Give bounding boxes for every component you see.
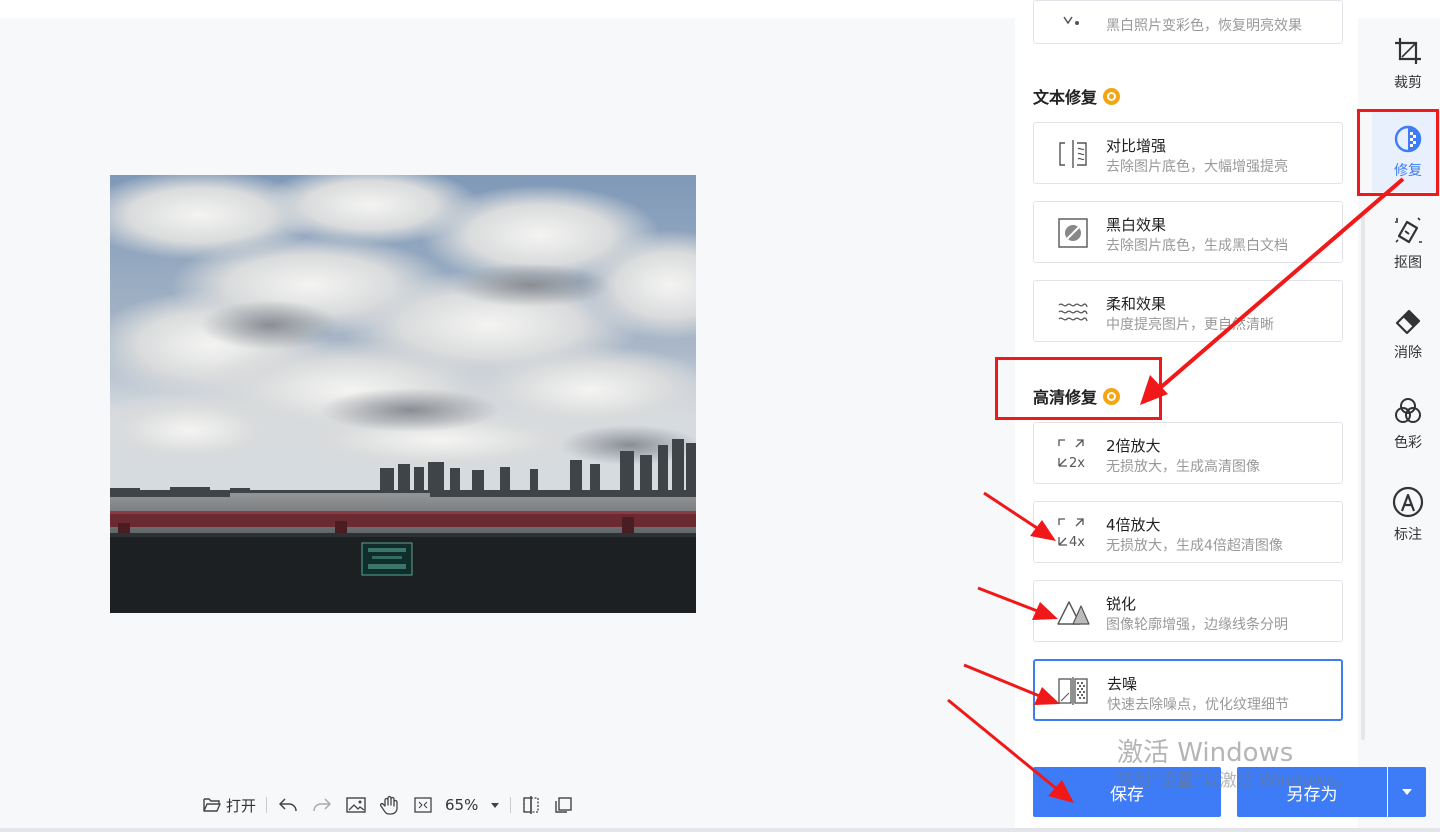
- vip-crown-icon: [1103, 87, 1121, 105]
- open-button[interactable]: 打开: [196, 792, 262, 818]
- open-label: 打开: [226, 796, 257, 815]
- save-options-dropdown[interactable]: [1388, 767, 1426, 817]
- activation-watermark-hint: 转到“设置”以激活 Windows。: [1117, 771, 1352, 791]
- card-desc: 无损放大，生成4倍超清图像: [1106, 538, 1283, 554]
- card-desc: 去除图片底色，大幅增强提亮: [1106, 159, 1288, 175]
- partial-card-desc: 黑白照片变彩色，恢复明亮效果: [1106, 18, 1302, 34]
- partial-card-colorize[interactable]: 黑白照片变彩色，恢复明亮效果: [1033, 0, 1343, 44]
- highlight-box-repair: [1357, 109, 1439, 196]
- card-contrast-enhance[interactable]: 对比增强 去除图片底色，大幅增强提亮: [1033, 122, 1343, 184]
- zoom-dropdown[interactable]: [484, 792, 506, 818]
- card-denoise[interactable]: 去噪 快速去除噪点，优化纹理细节: [1033, 659, 1343, 721]
- section-text-repair: 文本修复: [1033, 84, 1121, 108]
- rail-label: 色彩: [1394, 435, 1422, 451]
- black-white-icon: [1058, 218, 1088, 248]
- rail-item-annotate[interactable]: 标注: [1372, 486, 1440, 566]
- contrast-enhance-icon: [1059, 140, 1087, 168]
- zoom-value[interactable]: 65%: [439, 792, 484, 818]
- card-upscale-2x[interactable]: 2x 2倍放大 无损放大，生成高清图像: [1033, 422, 1343, 484]
- compare-button[interactable]: [515, 792, 547, 818]
- card-desc: 中度提亮图片，更自然清晰: [1106, 317, 1274, 333]
- card-soft-effect[interactable]: 柔和效果 中度提亮图片，更自然清晰: [1033, 280, 1343, 342]
- compare-icon: [523, 796, 540, 814]
- rail-item-eraser[interactable]: 消除: [1372, 306, 1440, 386]
- rail-label: 消除: [1394, 345, 1422, 361]
- card-title: 锐化: [1106, 595, 1137, 613]
- rail-label: 抠图: [1394, 255, 1422, 271]
- fit-screen-icon: [414, 797, 432, 813]
- toolbar-divider: [510, 797, 512, 813]
- card-title: 黑白效果: [1106, 216, 1167, 234]
- sharpen-icon: [1057, 601, 1090, 625]
- denoise-icon: [1058, 677, 1088, 705]
- rail-item-cutout[interactable]: 抠图: [1372, 216, 1440, 296]
- card-title: 对比增强: [1106, 137, 1167, 155]
- undo-icon: [279, 798, 297, 812]
- card-desc: 去除图片底色，生成黑白文档: [1106, 238, 1288, 254]
- redo-button[interactable]: [305, 792, 339, 818]
- annotate-icon: [1392, 486, 1424, 518]
- card-upscale-4x[interactable]: 4x 4倍放大 无损放大，生成4倍超清图像: [1033, 501, 1343, 563]
- toolbar-divider: [266, 797, 268, 813]
- pan-button[interactable]: [373, 792, 407, 818]
- card-title: 柔和效果: [1106, 295, 1167, 313]
- card-desc: 无损放大，生成高清图像: [1106, 459, 1260, 475]
- highlight-box-hd-repair: [995, 357, 1162, 420]
- panel-scrollbar[interactable]: [1361, 212, 1365, 740]
- upscale-badge: 4x: [1069, 535, 1085, 550]
- bottom-border: [0, 828, 1440, 832]
- image-button[interactable]: [339, 792, 373, 818]
- hand-icon: [379, 795, 398, 815]
- upscale-2x-icon: 2x: [1058, 439, 1085, 471]
- card-title: 去噪: [1107, 675, 1138, 693]
- rail-item-crop[interactable]: 裁剪: [1372, 36, 1440, 116]
- card-black-white[interactable]: 黑白效果 去除图片底色，生成黑白文档: [1033, 201, 1343, 263]
- upscale-badge: 2x: [1069, 456, 1085, 471]
- card-sharpen[interactable]: 锐化 图像轮廓增强，边缘线条分明: [1033, 580, 1343, 642]
- crop-icon: [1395, 38, 1421, 64]
- colorize-icon: [1063, 16, 1079, 25]
- caret-down-icon: [1402, 789, 1412, 795]
- card-title: 2倍放大: [1106, 437, 1161, 455]
- card-desc: 图像轮廓增强，边缘线条分明: [1106, 617, 1288, 633]
- rail-label: 标注: [1394, 527, 1422, 543]
- fit-screen-button[interactable]: [407, 792, 439, 818]
- caret-down-icon: [491, 803, 500, 808]
- image-icon: [346, 797, 366, 813]
- upscale-4x-icon: 4x: [1058, 518, 1085, 550]
- folder-open-icon: [203, 798, 221, 812]
- bottom-toolbar: 打开 65%: [196, 792, 579, 818]
- canvas-image[interactable]: [110, 175, 696, 613]
- eraser-icon: [1395, 309, 1421, 335]
- card-title: 4倍放大: [1106, 516, 1161, 534]
- card-desc: 快速去除噪点，优化纹理细节: [1107, 697, 1289, 713]
- color-icon: [1395, 398, 1421, 423]
- activation-watermark-title: 激活 Windows: [1117, 738, 1294, 768]
- redo-icon: [313, 798, 331, 812]
- soft-wave-icon: [1058, 303, 1088, 322]
- copy-icon: [555, 797, 573, 813]
- rail-item-color[interactable]: 色彩: [1372, 396, 1440, 476]
- rail-label: 裁剪: [1394, 75, 1422, 91]
- cutout-icon: [1395, 217, 1422, 244]
- copy-button[interactable]: [547, 792, 579, 818]
- undo-button[interactable]: [271, 792, 305, 818]
